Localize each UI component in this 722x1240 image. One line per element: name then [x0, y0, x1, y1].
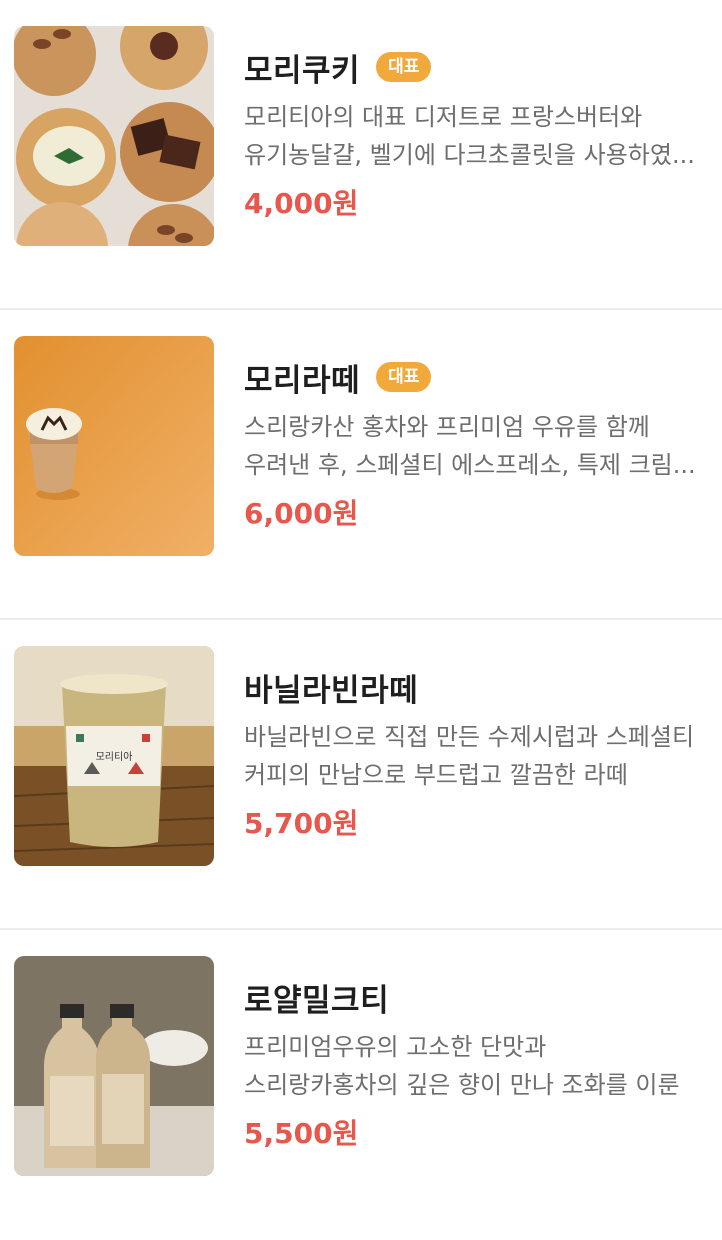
cup-label-text: 모리티아 [96, 751, 133, 763]
menu-item-name: 로얄밀크티 [244, 982, 390, 1019]
name-row: 바닐라빈라떼 [244, 664, 708, 710]
menu-item-description: 모리티아의 대표 디저트로 프랑스버터와 유기농달걀, 벨기에 다크초콜릿을 사… [244, 103, 695, 169]
vanilla-latte-cup-photo: 모리티아 [14, 646, 214, 866]
menu-item-price: 5,700원 [244, 807, 359, 840]
name-row: 로얄밀크티 [244, 974, 708, 1020]
menu-list: 모리쿠키 대표 모리티아의 대표 디저트로 프랑스버터와 유기농달걀, 벨기에 … [0, 0, 722, 1240]
menu-item-info: 로얄밀크티 프리미엄우유의 고소한 단맛과 스리랑카홍차의 깊은 향이 만나 조… [244, 974, 708, 1152]
menu-item-info: 모리쿠키 대표 모리티아의 대표 디저트로 프랑스버터와 유기농달걀, 벨기에 … [244, 44, 708, 222]
menu-item-mori-latte[interactable]: 모리라떼 대표 스리랑카산 홍차와 프리미엄 우유를 함께 우려낸 후, 스페셜… [0, 310, 722, 620]
menu-item-info: 바닐라빈라떼 바닐라빈으로 직접 만든 수제시럽과 스페셜티 커피의 만남으로 … [244, 664, 708, 842]
menu-item-name: 모리라떼 [244, 362, 361, 399]
menu-item-price: 4,000원 [244, 187, 359, 220]
name-row: 모리라떼 대표 [244, 354, 708, 400]
menu-item-description: 바닐라빈으로 직접 만든 수제시럽과 스페셜티 커피의 만남으로 부드럽고 깔끔… [244, 723, 695, 789]
menu-item-price: 5,500원 [244, 1117, 359, 1150]
name-row: 모리쿠키 대표 [244, 44, 708, 90]
signature-badge: 대표 [376, 52, 432, 82]
menu-item-description: 스리랑카산 홍차와 프리미엄 우유를 함께 우려낸 후, 스페셜티 에스프레소,… [244, 413, 696, 479]
menu-item-description: 프리미엄우유의 고소한 단맛과 스리랑카홍차의 깊은 향이 만나 조화를 이룬 … [244, 1033, 680, 1099]
menu-item-price: 6,000원 [244, 497, 359, 530]
latte-orange-photo [14, 336, 214, 556]
menu-item-name: 모리쿠키 [244, 52, 361, 89]
menu-item-name: 바닐라빈라떼 [244, 672, 419, 709]
menu-item-info: 모리라떼 대표 스리랑카산 홍차와 프리미엄 우유를 함께 우려낸 후, 스페셜… [244, 354, 708, 532]
menu-item-mori-cookie[interactable]: 모리쿠키 대표 모리티아의 대표 디저트로 프랑스버터와 유기농달걀, 벨기에 … [0, 0, 722, 310]
milk-tea-bottles-photo [14, 956, 214, 1176]
signature-badge: 대표 [376, 362, 432, 392]
menu-item-royal-milk-tea[interactable]: 로얄밀크티 프리미엄우유의 고소한 단맛과 스리랑카홍차의 깊은 향이 만나 조… [0, 930, 722, 1240]
cookies-photo [14, 26, 214, 246]
menu-item-vanilla-bean-latte[interactable]: 모리티아 바닐라빈라떼 바닐라빈으로 직접 만든 수제시럽과 스페셜티 커피의 … [0, 620, 722, 930]
